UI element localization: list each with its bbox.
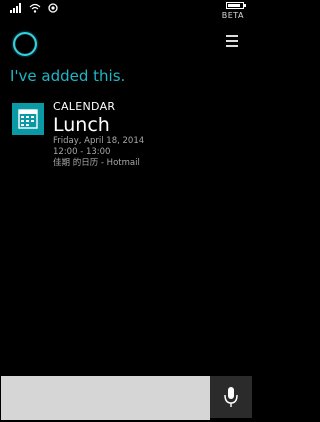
wifi-icon (29, 3, 41, 13)
event-time: 12:00 - 13:00 (53, 147, 111, 157)
event-date: Friday, April 18, 2014 (53, 136, 145, 146)
app-name: CALENDAR (53, 100, 116, 113)
confirmation-message: I've added this. (10, 67, 126, 85)
input-bar (0, 376, 252, 420)
microphone-icon (224, 387, 238, 407)
event-title: Lunch (53, 114, 110, 136)
microphone-button[interactable] (210, 376, 252, 418)
query-input[interactable] (1, 376, 210, 420)
calendar-source: 佳期 的日历 - Hotmail (53, 158, 140, 168)
battery-icon (226, 2, 246, 9)
status-bar: BETA (0, 0, 252, 22)
hamburger-menu-icon[interactable] (226, 35, 238, 50)
signal-bars-icon (10, 3, 21, 13)
alarm-icon (48, 3, 58, 13)
beta-label: BETA (221, 11, 244, 20)
calendar-icon (12, 103, 44, 135)
cortana-ring-icon[interactable] (11, 30, 39, 58)
